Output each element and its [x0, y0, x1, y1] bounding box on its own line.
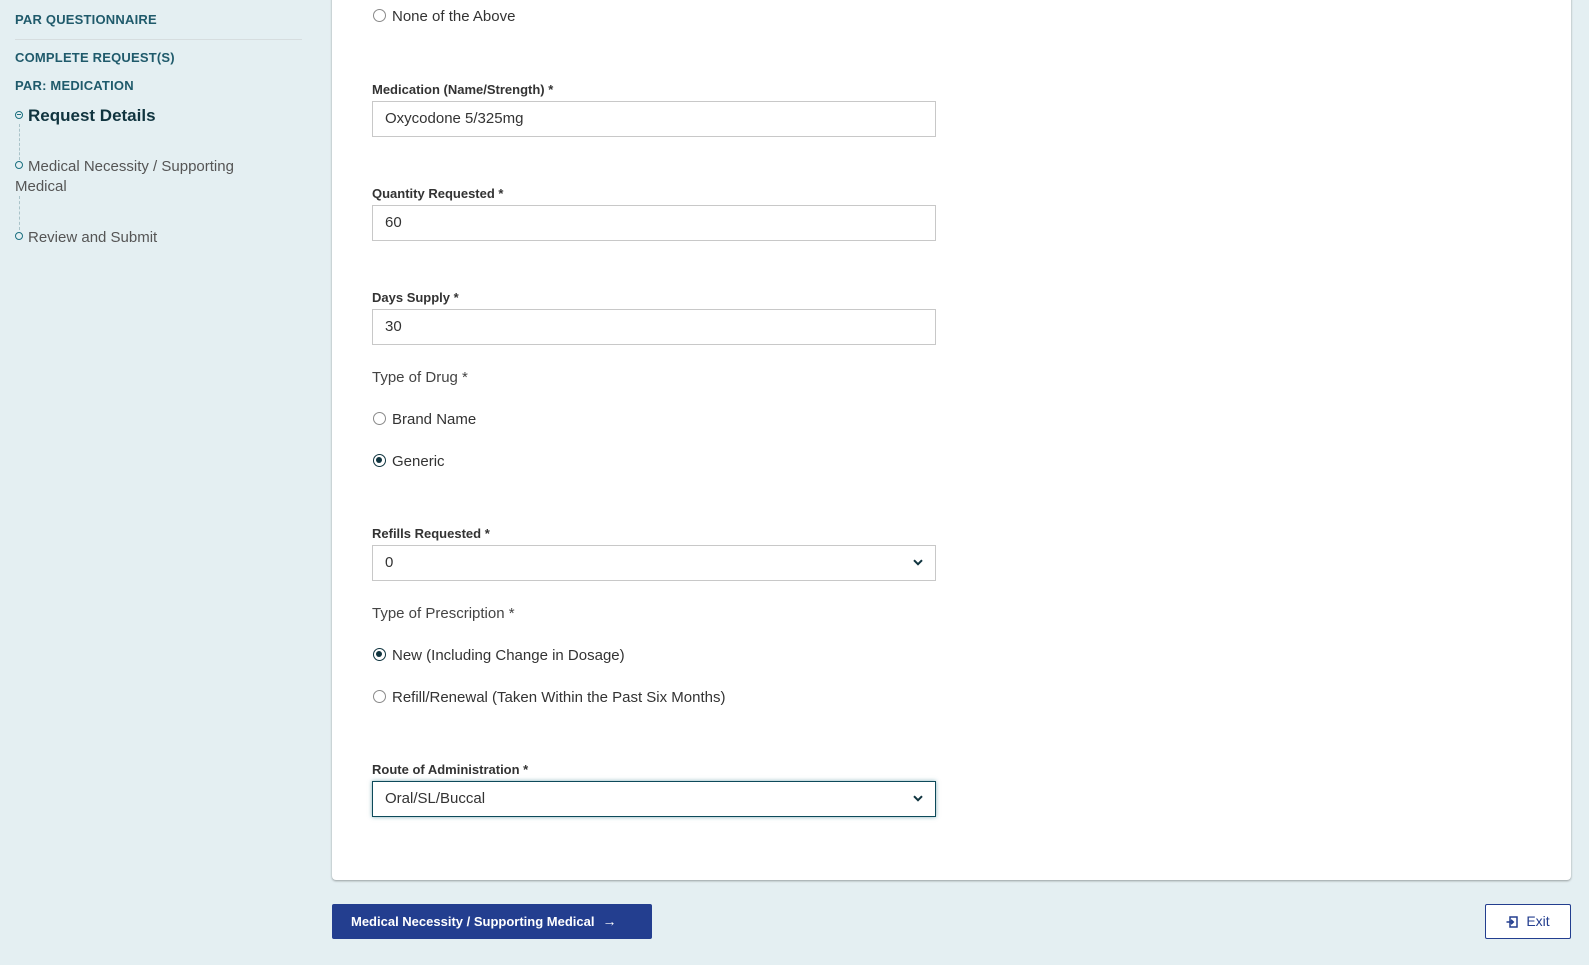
radio-label: None of the Above [392, 8, 516, 25]
sidebar-heading-par-medication[interactable]: PAR: MEDICATION [15, 78, 134, 93]
radio-unchecked-icon[interactable] [373, 9, 386, 22]
sidebar: PAR QUESTIONNAIRE COMPLETE REQUEST(S) PA… [0, 0, 318, 965]
drug-type-label: Type of Drug * [372, 369, 468, 386]
step-label: Request Details [28, 106, 156, 125]
prescription-type-label: Type of Prescription * [372, 605, 515, 622]
step-label: Review and Submit [28, 229, 158, 246]
step-label: Medical Necessity / Supporting Medical [15, 158, 234, 195]
sidebar-heading-complete-requests[interactable]: COMPLETE REQUEST(S) [15, 50, 175, 65]
radio-checked-icon[interactable] [373, 648, 386, 661]
step-pending-icon [15, 161, 23, 169]
radio-brand-name[interactable]: Brand Name [373, 411, 476, 429]
radio-unchecked-icon[interactable] [373, 412, 386, 425]
quantity-input[interactable]: 60 [372, 205, 936, 241]
radio-label: New (Including Change in Dosage) [392, 647, 625, 664]
step-active-icon [15, 111, 23, 119]
refills-label: Refills Requested * [372, 526, 490, 541]
next-step-button[interactable]: Medical Necessity / Supporting Medical → [332, 904, 652, 939]
route-select[interactable]: Oral/SL/Buccal [372, 781, 936, 817]
radio-label: Refill/Renewal (Taken Within the Past Si… [392, 689, 726, 706]
radio-label: Brand Name [392, 411, 477, 428]
step-review-submit[interactable]: Review and Submit [15, 228, 285, 248]
radio-generic[interactable]: Generic [373, 453, 445, 471]
refills-select[interactable]: 0 [372, 545, 936, 581]
route-value: Oral/SL/Buccal [385, 790, 486, 807]
step-pending-icon [15, 232, 23, 240]
radio-unchecked-icon[interactable] [373, 690, 386, 703]
exit-button[interactable]: Exit [1485, 904, 1571, 939]
step-medical-necessity[interactable]: Medical Necessity / Supporting Medical [15, 157, 285, 197]
route-label: Route of Administration * [372, 762, 529, 777]
medication-input[interactable]: Oxycodone 5/325mg [372, 101, 936, 137]
quantity-label: Quantity Requested * [372, 186, 504, 201]
chevron-down-icon [913, 546, 923, 566]
refills-value: 0 [385, 554, 394, 571]
days-supply-input[interactable]: 30 [372, 309, 936, 345]
sidebar-divider [15, 39, 302, 40]
radio-checked-icon[interactable] [373, 454, 386, 467]
step-connector [19, 124, 20, 160]
medication-label: Medication (Name/Strength) * [372, 82, 554, 97]
radio-refill-renewal[interactable]: Refill/Renewal (Taken Within the Past Si… [373, 689, 725, 707]
radio-new-prescription[interactable]: New (Including Change in Dosage) [373, 647, 625, 665]
exit-icon [1506, 907, 1519, 940]
radio-none-of-the-above[interactable]: None of the Above [373, 8, 515, 26]
exit-label: Exit [1526, 913, 1550, 929]
step-request-details[interactable]: Request Details [15, 106, 285, 126]
arrow-right-icon: → [602, 913, 617, 929]
step-connector [19, 196, 20, 230]
chevron-down-icon [913, 782, 923, 802]
next-step-label: Medical Necessity / Supporting Medical [351, 914, 595, 929]
sidebar-heading-par-questionnaire[interactable]: PAR QUESTIONNAIRE [15, 12, 157, 27]
days-supply-label: Days Supply * [372, 290, 459, 305]
radio-label: Generic [392, 453, 445, 470]
